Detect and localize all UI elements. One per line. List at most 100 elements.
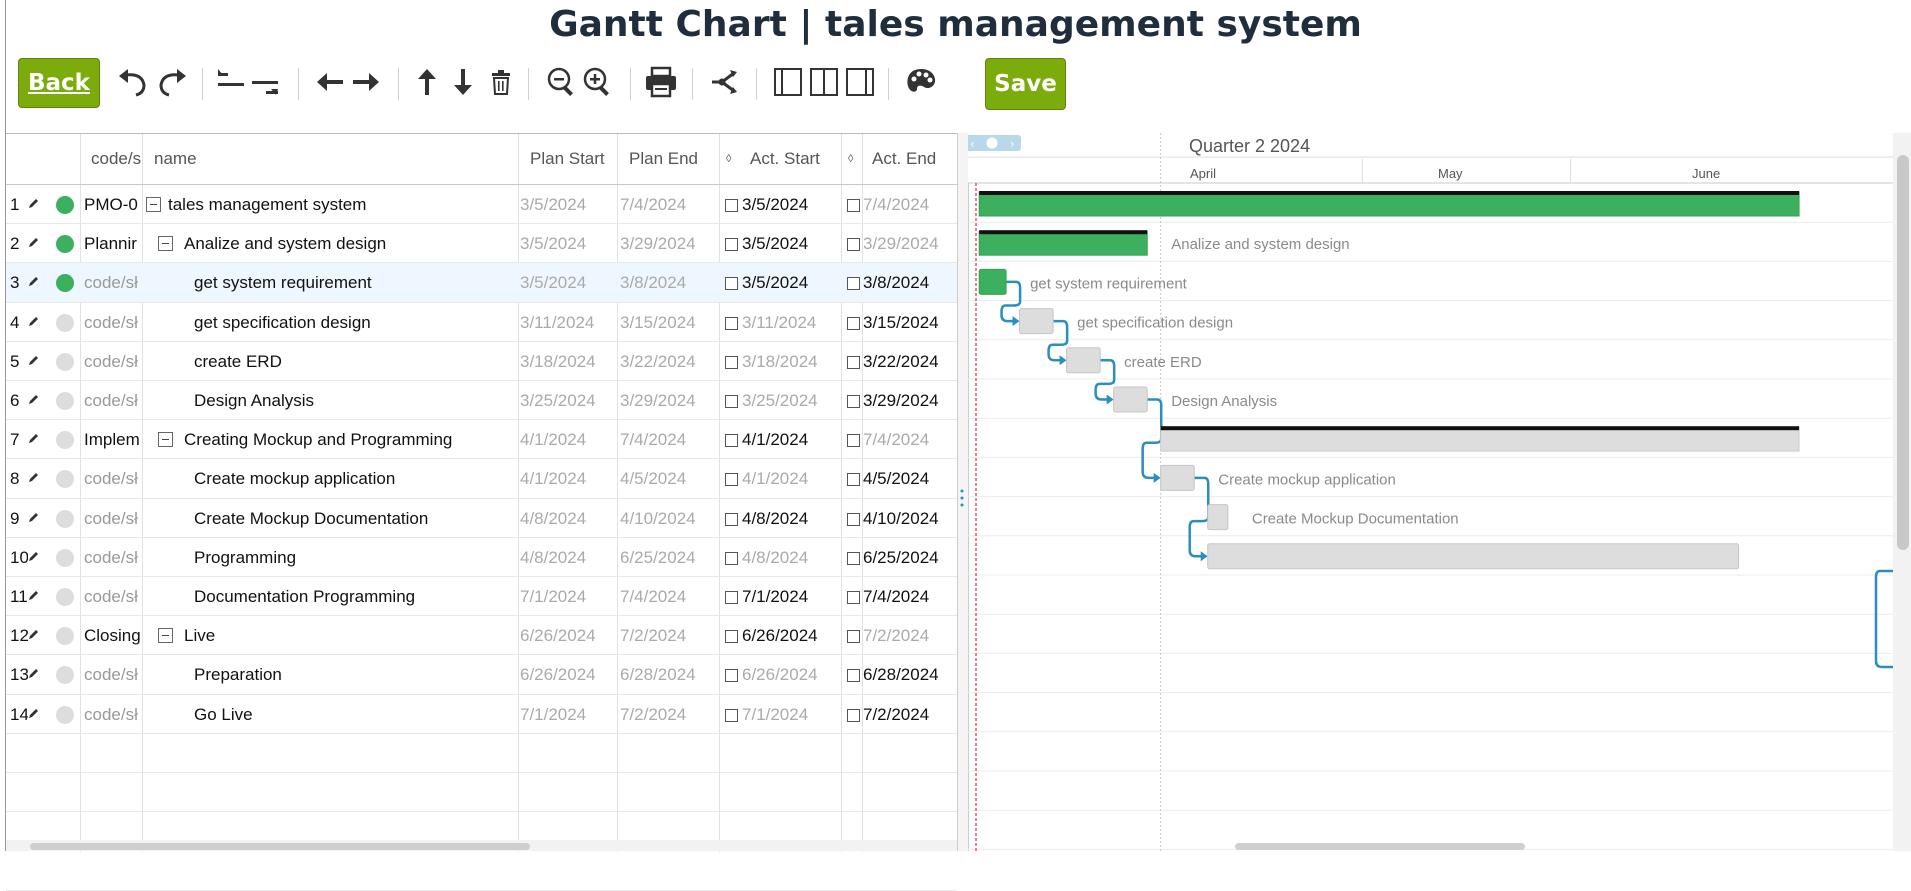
plan-start-cell[interactable]: 4/1/2024	[520, 459, 616, 498]
task-name-cell[interactable]: Create Mockup Documentation	[194, 499, 518, 538]
act-end-checkbox[interactable]	[847, 355, 860, 369]
plan-end-cell[interactable]: 7/4/2024	[620, 577, 716, 616]
act-end-checkbox[interactable]	[847, 708, 860, 722]
act-start-checkbox[interactable]	[725, 473, 738, 487]
task-name-cell[interactable]: Live	[184, 616, 518, 655]
code-cell[interactable]: code/sł	[84, 577, 142, 616]
column-header-act-end[interactable]: Act. End	[872, 134, 957, 184]
act-end-cell[interactable]: 3/15/2024	[863, 303, 957, 342]
edit-pencil-icon[interactable]	[28, 589, 40, 601]
act-start-cell[interactable]: 3/18/2024	[742, 342, 840, 381]
act-end-checkbox[interactable]	[847, 277, 860, 291]
task-name-cell[interactable]: Design Analysis	[194, 381, 518, 420]
act-start-checkbox[interactable]	[725, 395, 738, 408]
act-end-checkbox[interactable]	[847, 591, 860, 604]
act-start-cell[interactable]: 7/1/2024	[742, 695, 840, 734]
task-name-cell[interactable]: tales management system	[168, 185, 518, 224]
palette-icon[interactable]	[902, 62, 940, 102]
edit-pencil-icon[interactable]	[28, 628, 40, 640]
plan-start-cell[interactable]: 4/8/2024	[520, 499, 616, 538]
edit-pencil-icon[interactable]	[28, 197, 40, 209]
plan-end-cell[interactable]: 3/22/2024	[620, 342, 716, 381]
act-end-checkbox[interactable]	[847, 199, 860, 212]
arrow-down-icon[interactable]	[446, 62, 480, 102]
column-header-act-end-toggle-icon[interactable]: ◊	[848, 134, 862, 184]
act-start-cell[interactable]: 3/5/2024	[742, 185, 840, 224]
act-start-checkbox[interactable]	[725, 708, 738, 722]
plan-end-cell[interactable]: 6/28/2024	[620, 655, 716, 694]
plan-start-cell[interactable]: 3/5/2024	[520, 224, 616, 263]
plan-start-cell[interactable]: 6/26/2024	[520, 655, 616, 694]
act-end-cell[interactable]: 7/2/2024	[863, 695, 957, 734]
task-name-cell[interactable]: Preparation	[194, 655, 518, 694]
table-row[interactable]: 13 code/sł Preparation 6/26/2024 6/28/2024 6/…	[6, 655, 957, 694]
table-row[interactable]: 3 code/sł get system requirement 3/5/2024 3/…	[6, 263, 957, 303]
act-start-cell[interactable]: 7/1/2024	[742, 577, 840, 616]
table-row[interactable]: 2 Plannir Analize and system design 3/5/202…	[6, 224, 957, 263]
back-button[interactable]: Back	[18, 58, 100, 108]
plan-end-cell[interactable]: 7/4/2024	[620, 185, 716, 224]
act-start-checkbox[interactable]	[725, 199, 738, 212]
task-name-cell[interactable]: Go Live	[194, 695, 518, 734]
table-row[interactable]: 5 code/sł create ERD 3/18/2024 3/22/2024 3/18…	[6, 342, 957, 381]
plan-end-cell[interactable]: 3/29/2024	[620, 224, 716, 263]
code-cell[interactable]: code/sł	[84, 459, 142, 498]
plan-start-cell[interactable]: 7/1/2024	[520, 577, 616, 616]
plan-start-cell[interactable]: 3/18/2024	[520, 342, 616, 381]
act-end-cell[interactable]: 7/4/2024	[863, 185, 957, 224]
table-row[interactable]: 12 Closing Live 6/26/2024 7/2/2024 6/26/2024 7…	[6, 616, 957, 655]
act-end-cell[interactable]: 4/10/2024	[863, 499, 957, 538]
plan-start-cell[interactable]: 3/5/2024	[520, 263, 616, 302]
layout-split-icon[interactable]	[806, 62, 842, 102]
code-cell[interactable]: code/sł	[84, 263, 142, 302]
act-end-checkbox[interactable]	[847, 316, 860, 330]
code-cell[interactable]: code/sł	[84, 538, 142, 577]
redo-icon[interactable]	[152, 62, 192, 102]
act-end-cell[interactable]: 7/4/2024	[863, 577, 957, 616]
act-end-cell[interactable]: 3/29/2024	[863, 224, 957, 263]
act-end-cell[interactable]: 4/5/2024	[863, 459, 957, 498]
plan-start-cell[interactable]: 3/11/2024	[520, 303, 616, 342]
column-header-act-start-toggle-icon[interactable]: ◊	[726, 134, 740, 184]
act-start-cell[interactable]: 4/1/2024	[742, 420, 840, 459]
act-end-cell[interactable]: 3/29/2024	[863, 381, 957, 420]
act-end-checkbox[interactable]	[847, 434, 860, 448]
edit-pencil-icon[interactable]	[28, 315, 40, 327]
task-name-cell[interactable]: Creating Mockup and Programming	[184, 420, 518, 459]
task-name-cell[interactable]: Analize and system design	[184, 224, 518, 263]
task-name-cell[interactable]: Documentation Programming	[194, 577, 518, 616]
edit-pencil-icon[interactable]	[28, 236, 40, 248]
act-end-cell[interactable]: 6/28/2024	[863, 655, 957, 694]
act-end-cell[interactable]: 6/25/2024	[863, 538, 957, 577]
edit-pencil-icon[interactable]	[28, 667, 40, 679]
act-start-cell[interactable]: 3/25/2024	[742, 381, 840, 420]
act-start-checkbox[interactable]	[725, 630, 738, 644]
code-cell[interactable]: PMO-0	[84, 185, 142, 224]
act-start-checkbox[interactable]	[725, 551, 738, 565]
plan-end-cell[interactable]: 4/10/2024	[620, 499, 716, 538]
collapse-toggle-icon[interactable]	[146, 197, 161, 212]
act-end-checkbox[interactable]	[847, 669, 860, 683]
act-start-cell[interactable]: 3/5/2024	[742, 224, 840, 263]
code-cell[interactable]: code/sł	[84, 342, 142, 381]
arrow-up-icon[interactable]	[410, 62, 444, 102]
table-row[interactable]: 4 code/sł get specification design 3/11/202…	[6, 303, 957, 342]
table-row[interactable]: 9 code/sł Create Mockup Documentation 4/8/2…	[6, 499, 957, 538]
act-start-checkbox[interactable]	[725, 277, 738, 291]
code-cell[interactable]: code/sł	[84, 695, 142, 734]
collapse-toggle-icon[interactable]	[158, 628, 173, 644]
code-cell[interactable]: code/sł	[84, 381, 142, 420]
task-name-cell[interactable]: create ERD	[194, 342, 518, 381]
act-end-checkbox[interactable]	[847, 473, 860, 487]
act-end-checkbox[interactable]	[847, 630, 860, 644]
table-row[interactable]: 11 code/sł Documentation Programming 7/1/20…	[6, 577, 957, 616]
table-row[interactable]: 1 PMO-0 tales management system 3/5/2024 7/4…	[6, 185, 957, 224]
act-start-checkbox[interactable]	[725, 316, 738, 330]
edit-pencil-icon[interactable]	[28, 511, 40, 523]
arrow-left-icon[interactable]	[312, 62, 348, 102]
chart-horizontal-scrollbar-thumb[interactable]	[1235, 843, 1525, 850]
zoom-in-icon[interactable]	[580, 62, 616, 102]
act-start-checkbox[interactable]	[725, 669, 738, 683]
timeline-scroll-nav[interactable]: ‹ ›	[968, 135, 1021, 151]
table-row[interactable]: 10 code/sł Programming 4/8/2024 6/25/2024 4/8…	[6, 538, 957, 577]
